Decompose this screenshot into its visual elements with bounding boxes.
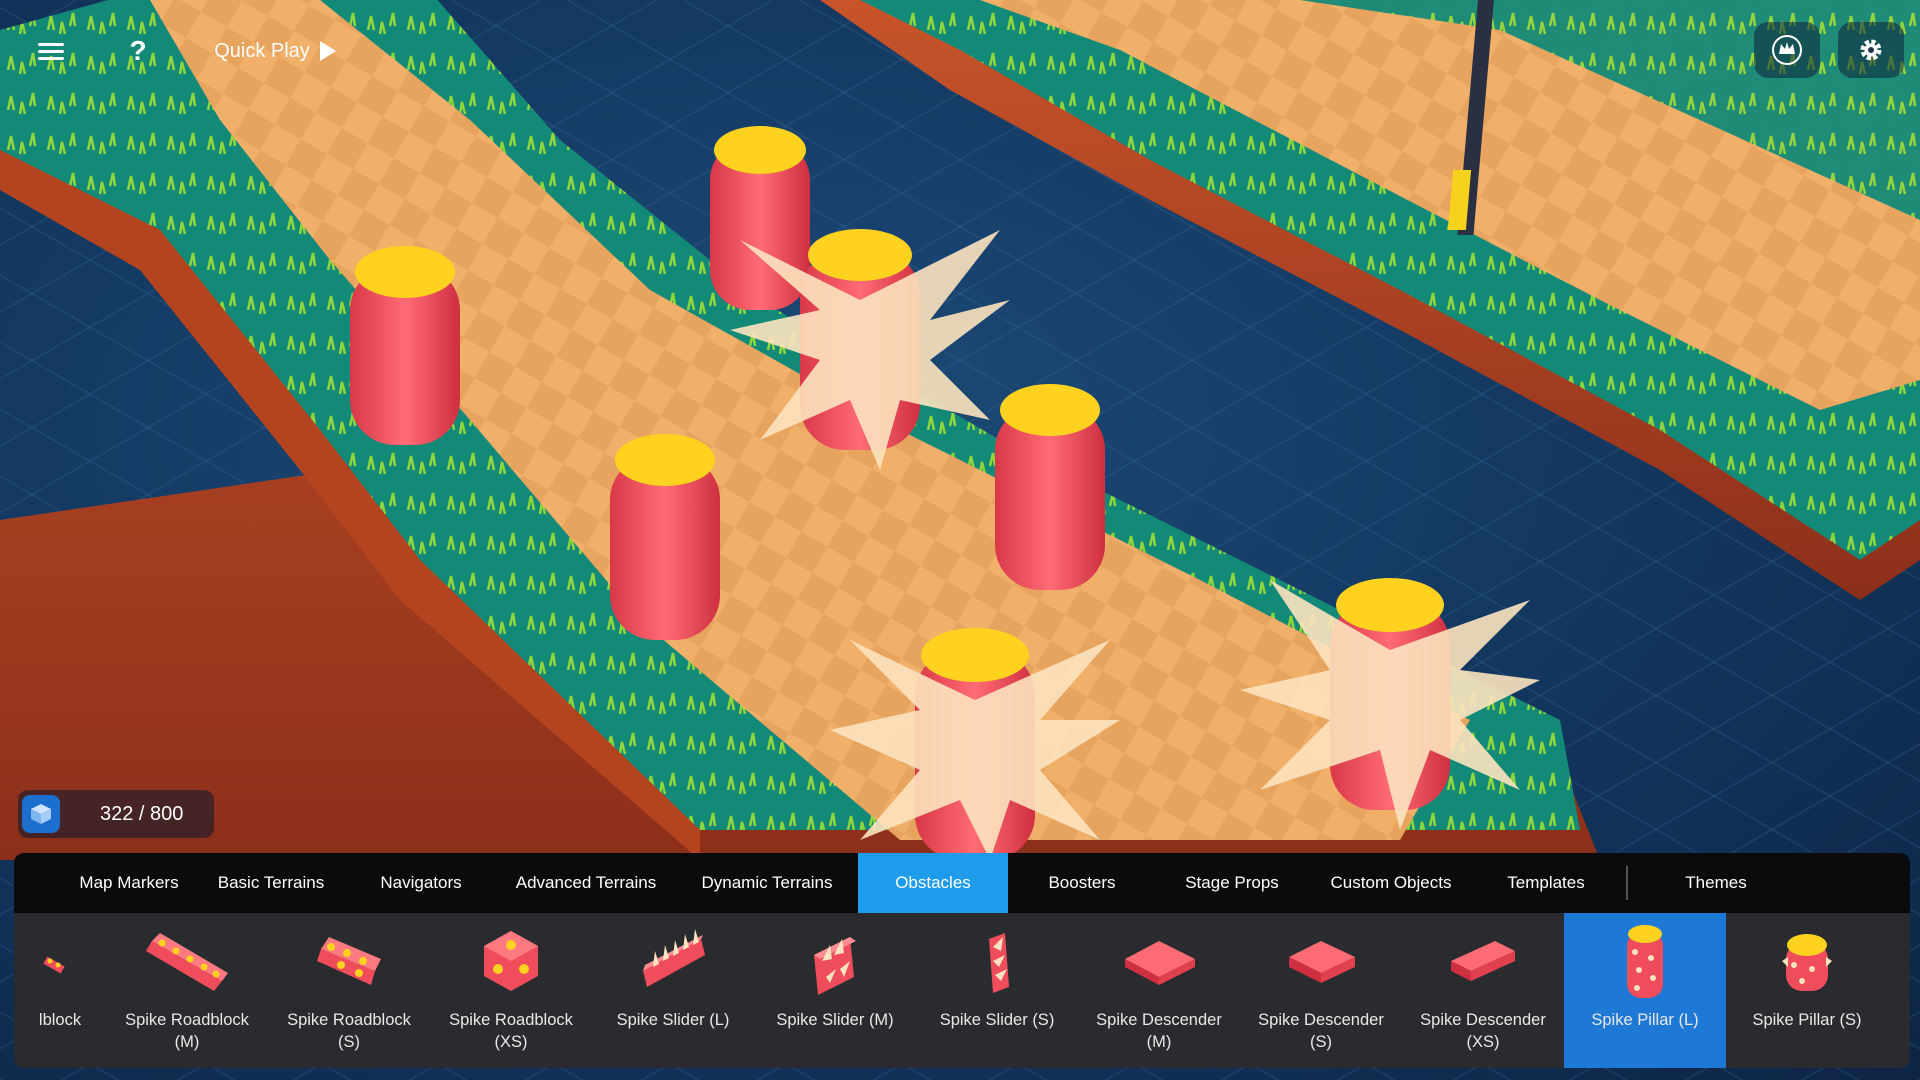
palette-item[interactable]: lblock — [14, 913, 106, 1068]
spike-slider-s-icon — [989, 933, 1009, 993]
tab-divider — [1626, 866, 1628, 900]
tab-advanced-terrains[interactable]: Advanced Terrains — [496, 853, 676, 913]
palette-item-selected[interactable]: Spike Pillar (L) — [1564, 913, 1726, 1068]
palette-item[interactable]: Spike Descender (XS) — [1402, 913, 1564, 1068]
palette-item[interactable]: Spike Descender (S) — [1240, 913, 1402, 1068]
quick-play-button[interactable]: Quick Play — [200, 24, 350, 78]
palette-item-label: Spike Roadblock (S) — [287, 1011, 411, 1051]
palette-item-label: Spike Roadblock (XS) — [449, 1011, 573, 1051]
spike-roadblock-icon — [43, 956, 65, 974]
spike-descender-s-icon — [1289, 941, 1355, 983]
help-icon: ? — [129, 35, 147, 66]
spike-roadblock-xs-icon — [484, 931, 538, 991]
object-cube-icon — [22, 795, 60, 833]
spike-roadblock-s-icon — [317, 937, 381, 985]
object-counter: 322 / 800 — [18, 790, 214, 838]
palette-item-label: Spike Slider (M) — [776, 1011, 894, 1029]
palette-item-label: Spike Descender (M) — [1096, 1011, 1222, 1051]
spike-pillar-l-icon — [1627, 925, 1663, 998]
play-icon — [319, 41, 336, 61]
spike-pillar-large-object — [830, 628, 1120, 860]
tab-templates[interactable]: Templates — [1474, 853, 1618, 913]
menu-button[interactable] — [26, 24, 76, 78]
tab-themes[interactable]: Themes — [1636, 853, 1796, 913]
palette-item-label: Spike Pillar (L) — [1591, 1011, 1699, 1029]
category-tabs: Map Markers Basic Terrains Navigators Ad… — [14, 853, 1910, 913]
tab-basic-terrains[interactable]: Basic Terrains — [196, 853, 346, 913]
palette-item[interactable]: Spike Descender (M) — [1078, 913, 1240, 1068]
palette-item-label: Spike Slider (L) — [616, 1011, 730, 1029]
palette-item-label: Spike Pillar (S) — [1752, 1011, 1862, 1029]
hamburger-icon — [38, 39, 64, 64]
tab-custom-objects[interactable]: Custom Objects — [1308, 853, 1474, 913]
tab-navigators[interactable]: Navigators — [346, 853, 496, 913]
spike-slider-l-icon — [643, 929, 705, 987]
palette-item[interactable]: Spike Roadblock (XS) — [430, 913, 592, 1068]
tab-boosters[interactable]: Boosters — [1008, 853, 1156, 913]
spike-pillar-object — [995, 384, 1105, 590]
crown-button[interactable] — [1754, 22, 1820, 78]
palette-item[interactable]: Spike Roadblock (S) — [268, 913, 430, 1068]
spike-pillar-object — [610, 434, 720, 640]
palette-item[interactable]: Spike Slider (M) — [754, 913, 916, 1068]
tab-obstacles[interactable]: Obstacles — [858, 853, 1008, 913]
palette-item[interactable]: Spike Pillar (S) — [1726, 913, 1888, 1068]
palette-item-label: Spike Slider (S) — [939, 1011, 1055, 1029]
help-button[interactable]: ? — [118, 24, 158, 78]
palette-item[interactable]: Spike Slider (S) — [916, 913, 1078, 1068]
settings-button[interactable] — [1838, 22, 1904, 78]
palette-item-label: Spike Roadblock (M) — [125, 1011, 249, 1051]
spike-pillar-object — [350, 246, 460, 445]
palette-item-label: Spike Descender (XS) — [1420, 1011, 1546, 1051]
tab-map-markers[interactable]: Map Markers — [62, 853, 196, 913]
spike-descender-m-icon — [1125, 941, 1195, 985]
quick-play-label: Quick Play — [214, 39, 310, 62]
crown-icon — [1772, 35, 1802, 65]
palette-item[interactable]: Spike Slider (L) — [592, 913, 754, 1068]
object-count-text: 322 / 800 — [100, 802, 184, 825]
spike-descender-xs-icon — [1451, 941, 1515, 981]
object-palette: lblock Spike Roadblock (M) Spike Roadbloc… — [14, 913, 1910, 1068]
palette-item-label: Spike Descender (S) — [1258, 1011, 1384, 1051]
gear-icon — [1860, 39, 1882, 61]
spike-slider-m-icon — [814, 937, 856, 995]
tab-stage-props[interactable]: Stage Props — [1156, 853, 1308, 913]
palette-item[interactable]: Spike Roadblock (M) — [106, 913, 268, 1068]
palette-item-label: lblock — [38, 1011, 82, 1029]
spike-pillar-s-icon — [1782, 934, 1832, 991]
tab-dynamic-terrains[interactable]: Dynamic Terrains — [676, 853, 858, 913]
spike-roadblock-m-icon — [146, 933, 228, 991]
